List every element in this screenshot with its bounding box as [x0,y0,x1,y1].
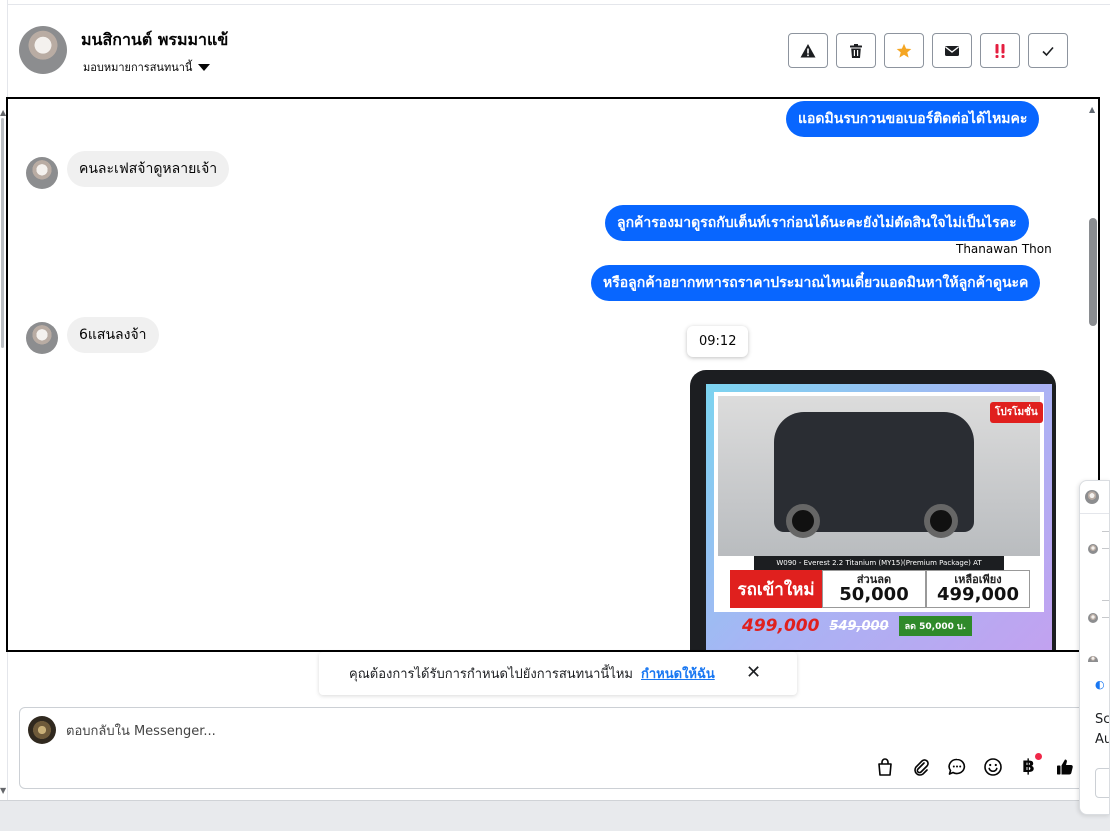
inbox-page: ▲ ▼ มนสิกานต์ พรมมาแข้ มอบหมายการสนทนานี… [0,0,1110,831]
contact-avatar[interactable] [19,26,67,74]
header-actions [788,33,1068,68]
attach-button[interactable] [909,755,932,778]
remaining-box: เหลือเพียง 499,000 [926,570,1030,608]
caret-down-icon [198,63,211,71]
chat-bubble-icon [947,758,965,775]
message-out[interactable]: หรือลูกค้าอยากทหารถราคาประมาณไหนเดี๋ยวแอ… [591,265,1041,301]
panel-text-line [1102,600,1109,601]
remaining-value: 499,000 [937,583,1019,605]
top-divider [8,0,1110,5]
price-banner: รถเข้าใหม่ ส่วนลด 50,000 เหลือเพียง 499,… [730,570,1030,608]
car-wheel [924,504,958,538]
trash-icon [850,43,862,58]
assign-to-me-link[interactable]: กำหนดให้ฉัน [641,663,715,684]
model-line: W090 - Everest 2.2 Titanium (MY15)(Premi… [754,556,1004,570]
star-icon [896,43,912,58]
panel-text-b: Au [1095,732,1109,747]
image-message[interactable]: โปรโมชั่น W090 - Everest 2.2 Titanium (M… [690,370,1056,650]
notice-text: คุณต้องการได้รับการกำหนดไปยังการสนทนานี้… [349,667,633,682]
assign-notice: คุณต้องการได้รับการกำหนดไปยังการสนทนานี้… [319,652,797,695]
price-row: 499,000 549,000 ลด 50,000 บ. [742,616,973,636]
message-thread[interactable]: แอดมินรบกวนขอเบอร์ติดต่อได้ไหมคะ คนละเฟส… [6,97,1100,652]
close-icon[interactable]: ✕ [746,664,761,682]
panel-text-line [1102,548,1109,549]
left-scroll-thumb[interactable] [1,118,4,348]
message-out[interactable]: แอดมินรบกวนขอเบอร์ติดต่อได้ไหมคะ [786,101,1040,137]
message-out[interactable]: ลูกค้ารองมาดูรถกับเต็นท์เราก่อนได้นะคะยั… [605,205,1029,241]
like-button[interactable] [1053,755,1076,778]
sender-name: Thanawan Thon [956,242,1052,256]
paperclip-icon [913,758,929,776]
panel-button[interactable] [1095,768,1109,798]
scroll-down-arrow-icon[interactable]: ▼ [0,786,6,795]
notification-dot [1035,753,1042,760]
warning-button[interactable] [788,33,828,68]
panel-text-line [1102,617,1109,618]
panel-avatar[interactable] [1088,613,1098,623]
panel-text-a: Sc [1095,712,1110,727]
done-button[interactable] [1028,33,1068,68]
panel-avatar[interactable] [1085,490,1099,504]
check-icon [1042,46,1054,56]
price-tag: ลด 50,000 บ. [898,616,973,636]
discount-box: ส่วนลด 50,000 [822,570,926,608]
urgent-button[interactable] [980,33,1020,68]
time-tooltip: 09:12 [687,326,749,357]
remaining-label: เหลือเพียง [954,572,1002,586]
message-in[interactable]: 6แสนลงจ้า [67,317,159,353]
smiley-icon [983,757,1002,776]
shop-bag-button[interactable] [873,755,896,778]
delete-button[interactable] [836,33,876,68]
envelope-icon [945,45,959,56]
promo-tag: โปรโมชั่น [990,402,1043,423]
new-arrival-label: รถเข้าใหม่ [730,570,822,608]
mail-button[interactable] [932,33,972,68]
assign-dropdown[interactable]: มอบหมายการสนทนานี้ [83,58,211,76]
panel-logo-icon: ◐ [1095,678,1105,691]
thread-scroll-thumb[interactable] [1089,218,1097,326]
shopping-bag-icon [877,757,892,776]
emoji-button[interactable] [981,755,1004,778]
panel-avatar[interactable] [1088,544,1098,554]
car-wheel [786,504,820,538]
page-avatar [28,716,56,744]
assign-label: มอบหมายการสนทนานี้ [83,61,193,74]
window-bottom-strip [0,800,1110,831]
saved-reply-button[interactable] [945,755,968,778]
scroll-up-arrow-icon[interactable]: ▲ [1089,105,1095,114]
promo-image: โปรโมชั่น W090 - Everest 2.2 Titanium (M… [706,384,1052,650]
reply-input[interactable] [66,720,666,742]
side-chat-panel[interactable]: ◐ Sc Au [1079,480,1110,815]
panel-divider [1080,513,1109,514]
panel-text-line [1102,531,1109,532]
contact-avatar-small[interactable] [26,157,58,189]
message-in[interactable]: คนละเฟสจ้าดูหลายเจ้า [67,151,230,187]
contact-name[interactable]: มนสิกานต์ พรมมาแข้ [81,28,228,53]
conversation-header: มนสิกานต์ พรมมาแข้ มอบหมายการสนทนานี้ [8,6,1100,96]
star-button[interactable] [884,33,924,68]
composer-tools: ฿ [873,753,1076,778]
payment-button[interactable]: ฿ [1017,753,1042,778]
warning-icon [800,43,816,57]
thumbs-up-icon [1056,759,1073,774]
car-photo: โปรโมชั่น W090 - Everest 2.2 Titanium (M… [714,392,1044,612]
discount-value: 50,000 [839,583,909,605]
panel-avatar[interactable] [1088,656,1098,662]
baht-icon: ฿ [1022,756,1035,777]
price-was: 549,000 [829,618,889,634]
double-exclamation-icon [995,43,1005,58]
reply-composer: ฿ [19,707,1087,789]
discount-label: ส่วนลด [856,572,892,586]
contact-avatar-small[interactable] [26,322,58,354]
price-now: 499,000 [742,616,820,636]
